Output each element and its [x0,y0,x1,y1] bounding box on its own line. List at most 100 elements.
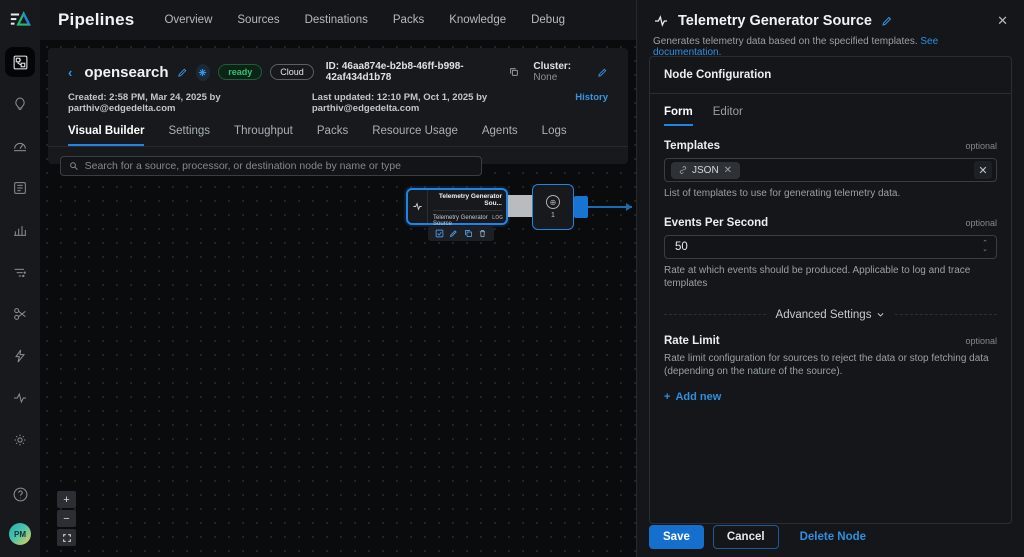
delete-node-icon[interactable] [478,229,487,238]
back-button[interactable]: ‹ [68,65,72,80]
tab-logs[interactable]: Logs [542,125,567,146]
rate-limit-field-header: Rate Limit optional [664,335,997,347]
group-icon: ⊕ [546,195,560,209]
nav-knowledge[interactable]: Knowledge [449,14,506,26]
edit-node-icon[interactable] [449,229,458,238]
templates-field-header: Templates optional [664,140,997,152]
group-count: 1 [551,212,555,219]
cluster-label: Cluster: None [533,61,589,83]
sidebar-item-insights[interactable] [5,89,35,119]
panel-header: Telemetry Generator Source ✕ [637,0,1024,29]
events-optional-flag: optional [965,218,997,228]
panel-footer: Save Cancel Delete Node [649,525,866,549]
nav-overview[interactable]: Overview [164,14,212,26]
tab-settings[interactable]: Settings [168,125,210,146]
select-node-checkbox[interactable] [435,229,444,238]
tab-agents[interactable]: Agents [482,125,518,146]
templates-help-text: List of templates to use for generating … [664,187,997,201]
tab-editor[interactable]: Editor [713,106,743,126]
cancel-button[interactable]: Cancel [713,525,779,549]
edit-cluster-icon[interactable] [597,67,608,78]
plus-icon: + [664,391,670,403]
delete-node-button[interactable]: Delete Node [800,531,866,543]
edgedelta-logo-icon[interactable] [7,7,33,33]
config-tabs: Form Editor [664,106,997,126]
sidebar-item-traces[interactable] [5,257,35,287]
zoom-in-button[interactable]: + [57,491,76,508]
pipeline-name: opensearch [84,64,168,81]
pipeline-meta-row: Created: 2:58 PM, Mar 24, 2025 by parthi… [48,83,628,114]
edit-name-icon[interactable] [177,67,188,78]
nav-debug[interactable]: Debug [531,14,565,26]
nav-sources[interactable]: Sources [237,14,279,26]
tab-throughput[interactable]: Throughput [234,125,293,146]
zoom-out-button[interactable]: − [57,510,76,527]
updated-text: Last updated: 12:10 PM, Oct 1, 2025 by p… [312,92,557,114]
sidebar-item-dashboards[interactable] [5,131,35,161]
pipeline-id: ID: 46aa874e-b2b8-46ff-b998-42af434d1b78 [326,61,502,83]
template-chip-json[interactable]: JSON ✕ [671,162,740,179]
sidebar-item-automations[interactable] [5,341,35,371]
close-panel-icon[interactable]: ✕ [997,13,1008,29]
node-toolbar [428,226,494,241]
pipeline-header-card: ‹ opensearch ready Cloud ID: 46aa874e-b2… [48,48,628,164]
clear-templates-icon[interactable]: ✕ [974,161,992,179]
sidebar-item-pipelines[interactable] [5,47,35,77]
panel-title: Telemetry Generator Source [678,13,872,29]
sidebar-item-processors[interactable] [5,299,35,329]
tab-resource-usage[interactable]: Resource Usage [372,125,458,146]
pulse-icon [408,190,428,223]
link-icon [679,166,687,174]
cluster-value: None [533,72,557,83]
help-icon[interactable] [5,479,35,509]
edge-arrowhead [626,203,632,211]
sidebar-item-metrics[interactable] [5,215,35,245]
nav-packs[interactable]: Packs [393,14,424,26]
templates-input[interactable]: JSON ✕ ✕ [664,158,997,182]
output-port[interactable] [574,196,588,218]
sidebar-item-telemetry[interactable] [5,383,35,413]
divider-line [895,314,997,315]
tab-form[interactable]: Form [664,106,693,126]
events-number-input[interactable]: ⌃⌄ [664,235,997,259]
sidebar-item-settings[interactable] [5,425,35,455]
copy-node-icon[interactable] [464,229,473,238]
pipeline-header-row: ‹ opensearch ready Cloud ID: 46aa874e-b2… [48,48,628,83]
sidebar-item-logs[interactable] [5,173,35,203]
advanced-settings-divider: Advanced Settings [664,309,997,321]
remove-chip-icon[interactable]: ✕ [724,165,732,176]
nav-destinations[interactable]: Destinations [305,14,368,26]
top-nav-bar: Pipelines Overview Sources Destinations … [40,0,636,40]
pulse-icon [653,13,669,29]
config-form: Form Editor Templates optional JSON ✕ ✕ [650,94,1011,415]
advanced-settings-toggle[interactable]: Advanced Settings [776,309,886,321]
telemetry-generator-node[interactable]: Telemetry Generator Sou... Telemetry Gen… [406,188,508,225]
top-nav-items: Overview Sources Destinations Packs Know… [164,14,565,26]
add-new-rate-limit-button[interactable]: + Add new [664,391,997,403]
sidebar: PM [0,0,40,557]
collapsed-group-node[interactable]: ⊕ 1 [532,184,574,230]
rate-limit-optional-flag: optional [965,336,997,346]
number-stepper[interactable]: ⌃⌄ [982,241,988,253]
section-title: Node Configuration [650,57,1011,94]
pipeline-tabs: Visual Builder Settings Throughput Packs… [48,114,628,147]
fit-view-button[interactable] [57,529,76,546]
events-value-input[interactable] [665,241,982,253]
search-input[interactable] [85,160,473,172]
save-button[interactable]: Save [649,525,704,549]
sidebar-nav [5,47,35,455]
history-link[interactable]: History [575,92,608,114]
events-help-text: Rate at which events should be produced.… [664,264,997,291]
tab-packs[interactable]: Packs [317,125,348,146]
pipeline-canvas[interactable]: ‹ opensearch ready Cloud ID: 46aa874e-b2… [40,40,636,557]
canvas-zoom-controls: + − [57,491,76,546]
pipeline-settings-icon[interactable] [196,64,211,81]
copy-id-icon[interactable] [509,67,519,77]
node-type-tag: LOG [492,215,503,221]
step-down-icon[interactable]: ⌄ [982,247,988,253]
user-avatar[interactable]: PM [9,523,31,545]
tab-visual-builder[interactable]: Visual Builder [68,125,144,146]
node-search[interactable] [60,156,482,176]
edit-node-name-icon[interactable] [881,15,893,27]
page-title: Pipelines [58,10,134,30]
